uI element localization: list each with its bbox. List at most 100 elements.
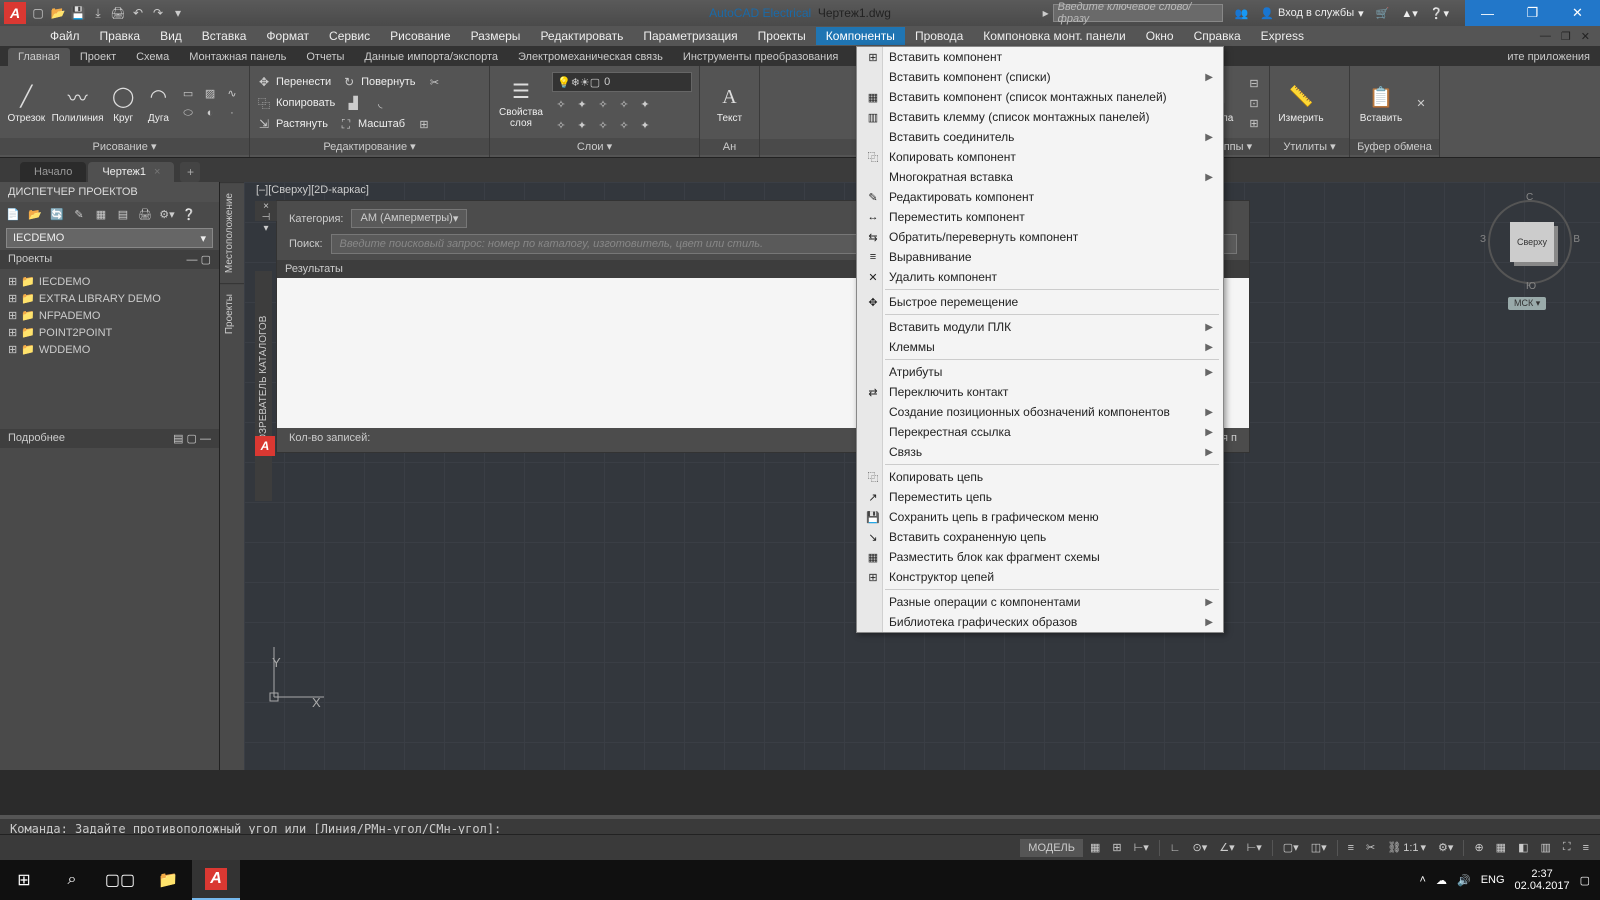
close-tab-icon[interactable]: × (154, 166, 160, 178)
layer-properties-button[interactable]: ☰Свойства слоя (496, 77, 546, 129)
active-project-combo[interactable]: IECDEMO▾ (6, 228, 213, 248)
menu-item[interactable]: ✕Удалить компонент (857, 267, 1223, 287)
menu-item[interactable]: Разные операции с компонентами▶ (857, 592, 1223, 612)
array-icon[interactable]: ⊞ (415, 115, 433, 133)
menu-item[interactable]: ✥Быстрое перемещение (857, 292, 1223, 312)
menu-projects[interactable]: Проекты (748, 27, 816, 45)
cat-menu-icon[interactable]: ▾ (255, 223, 277, 234)
mdi-minimize-icon[interactable]: — (1536, 30, 1555, 43)
cat-pin-icon[interactable]: ⊣ (255, 212, 277, 223)
menu-item[interactable]: ✎Редактировать компонент (857, 187, 1223, 207)
mdi-close-icon[interactable]: ✕ (1577, 30, 1594, 43)
tree-node[interactable]: ⊞ 📁 WDDEMO (4, 341, 215, 358)
menu-draw[interactable]: Рисование (380, 27, 460, 45)
tray-up-icon[interactable]: ˄ (1420, 874, 1426, 886)
rotate-button[interactable]: ↻Повернуть (341, 73, 415, 91)
menu-item[interactable]: ▦Разместить блок как фрагмент схемы (857, 547, 1223, 567)
anno-scale[interactable]: ⛓ 1:1▾ (1382, 839, 1431, 856)
window-maximize-button[interactable]: ❐ (1510, 0, 1555, 26)
qat-more-icon[interactable]: ▾ (170, 5, 186, 21)
trim-icon[interactable]: ✂ (425, 73, 443, 91)
menu-insert[interactable]: Вставка (192, 27, 257, 45)
qat-plot-icon[interactable]: 🖨 (110, 5, 126, 21)
menu-item[interactable]: Связь▶ (857, 442, 1223, 462)
menu-item[interactable]: ↗Переместить цепь (857, 487, 1223, 507)
ribbon-tab-panel[interactable]: Монтажная панель (179, 48, 296, 66)
gear-icon[interactable]: ⚙▾ (1433, 839, 1458, 856)
menu-file[interactable]: Файл (40, 27, 90, 45)
menu-dimension[interactable]: Размеры (461, 27, 531, 45)
menu-item[interactable]: Вставить компонент (списки)▶ (857, 67, 1223, 87)
menu-format[interactable]: Формат (256, 27, 319, 45)
menu-modify[interactable]: Редактировать (530, 27, 633, 45)
menu-item[interactable]: ↔Переместить компонент (857, 207, 1223, 227)
vtab-location[interactable]: Местоположение (220, 182, 244, 283)
tray-notifications-icon[interactable]: ▢ (1580, 874, 1590, 887)
qat-save-icon[interactable]: 💾 (70, 5, 86, 21)
ellipse-icon[interactable]: ⬭ (179, 104, 197, 122)
explorer-button[interactable]: 📁 (144, 860, 192, 900)
tab-drawing1[interactable]: Чертеж1× (88, 162, 174, 182)
mdi-restore-icon[interactable]: ❐ (1557, 30, 1575, 43)
scale-button[interactable]: ⛶Масштаб (338, 115, 405, 133)
tray-lang[interactable]: ENG (1481, 874, 1505, 886)
tray-volume-icon[interactable]: 🔊 (1457, 874, 1471, 887)
menu-item[interactable]: 💾Сохранить цепь в графическом меню (857, 507, 1223, 527)
tree-node[interactable]: ⊞ 📁 EXTRA LIBRARY DEMO (4, 290, 215, 307)
menu-item[interactable]: Создание позиционных обозначений компоне… (857, 402, 1223, 422)
line-button[interactable]: ╱Отрезок (6, 83, 47, 124)
polyline-button[interactable]: 〰Полилиния (53, 83, 103, 124)
panel-draw-label[interactable]: Рисование ▾ (0, 138, 249, 155)
copy-button[interactable]: ⿻Копировать (256, 94, 335, 112)
polar-icon[interactable]: ⊙▾ (1188, 839, 1213, 856)
menu-tools[interactable]: Сервис (319, 27, 380, 45)
layer-tool-icon[interactable]: ✧ (552, 95, 570, 113)
ribbon-tab-convert[interactable]: Инструменты преобразования (673, 48, 848, 66)
tree-node[interactable]: ⊞ 📁 NFPADEMO (4, 307, 215, 324)
layer-combo[interactable]: 💡❄☀▢ 0 (552, 72, 692, 92)
menu-item[interactable]: ⊞Вставить компонент (857, 47, 1223, 67)
exchange-icon[interactable]: 🛒 (1370, 7, 1396, 20)
ribbon-tab-apps[interactable]: ите приложения (1497, 48, 1600, 66)
menu-components[interactable]: Компоненты (816, 27, 905, 45)
rect-icon[interactable]: ▭ (179, 84, 197, 102)
menu-item[interactable]: ⇆Обратить/перевернуть компонент (857, 227, 1223, 247)
menu-item[interactable]: ↘Вставить сохраненную цепь (857, 527, 1223, 547)
menu-item[interactable]: ⊞Конструктор цепей (857, 567, 1223, 587)
panel-layers-label[interactable]: Слои ▾ (490, 138, 699, 155)
ribbon-tab-import[interactable]: Данные импорта/экспорта (354, 48, 508, 66)
stretch-button[interactable]: ⇲Растянуть (256, 115, 328, 133)
tray-clock[interactable]: 2:3702.04.2017 (1515, 868, 1570, 892)
tree-node[interactable]: ⊞ 📁 IECDEMO (4, 273, 215, 290)
app-icon[interactable]: A (4, 2, 26, 24)
menu-item[interactable]: ⿻Копировать компонент (857, 147, 1223, 167)
viewcube-wcs-badge[interactable]: МСК ▾ (1508, 297, 1546, 310)
viewcube[interactable]: Сверху С Ю В З МСК ▾ (1480, 192, 1580, 292)
cat-close-icon[interactable]: × (255, 201, 277, 212)
menu-item[interactable]: Клеммы▶ (857, 337, 1223, 357)
qat-open-icon[interactable]: 📂 (50, 5, 66, 21)
menu-item[interactable]: ▥Вставить клемму (список монтажных панел… (857, 107, 1223, 127)
details-section-header[interactable]: Подробнее▤ ▢ — (0, 429, 219, 448)
tray-onedrive-icon[interactable]: ☁ (1436, 874, 1447, 887)
signin-button[interactable]: 👤 Вход в службы ▾ (1254, 7, 1369, 20)
menu-help[interactable]: Справка (1184, 27, 1251, 45)
paste-button[interactable]: 📋Вставить (1356, 83, 1406, 124)
infocenter-people-icon[interactable]: 👥 (1229, 7, 1255, 20)
pm-tool-icon[interactable]: 📄 (4, 206, 22, 222)
move-button[interactable]: ✥Перенести (256, 73, 331, 91)
ribbon-tab-reports[interactable]: Отчеты (296, 48, 354, 66)
window-minimize-button[interactable]: — (1465, 0, 1510, 26)
qat-redo-icon[interactable]: ↷ (150, 5, 166, 21)
menu-item[interactable]: Вставить модули ПЛК▶ (857, 317, 1223, 337)
region-icon[interactable]: ◐ (201, 104, 219, 122)
help-icon[interactable]: ❔▾ (1424, 7, 1455, 20)
ribbon-tab-home[interactable]: Главная (8, 48, 70, 66)
projects-section-header[interactable]: Проекты— ▢ (0, 250, 219, 269)
menu-edit[interactable]: Правка (90, 27, 151, 45)
model-button[interactable]: МОДЕЛЬ (1020, 839, 1083, 857)
lineweight-icon[interactable]: ≡ (1343, 840, 1359, 856)
menu-item[interactable]: ▦Вставить компонент (список монтажных па… (857, 87, 1223, 107)
text-button[interactable]: AТекст (706, 83, 753, 124)
a360-icon[interactable]: ▲▾ (1395, 7, 1423, 20)
